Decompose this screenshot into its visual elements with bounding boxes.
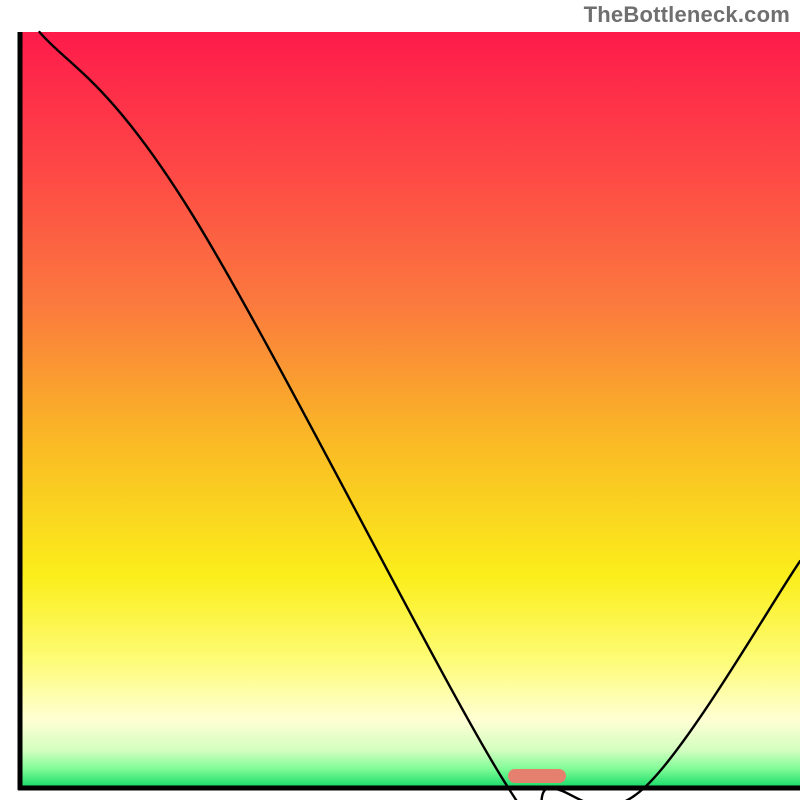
watermark-text: TheBottleneck.com [584,2,790,28]
bottleneck-curve-chart [0,0,800,800]
plot-gradient [20,32,800,788]
optimal-range-marker [508,769,566,783]
chart-wrap: TheBottleneck.com [0,0,800,800]
